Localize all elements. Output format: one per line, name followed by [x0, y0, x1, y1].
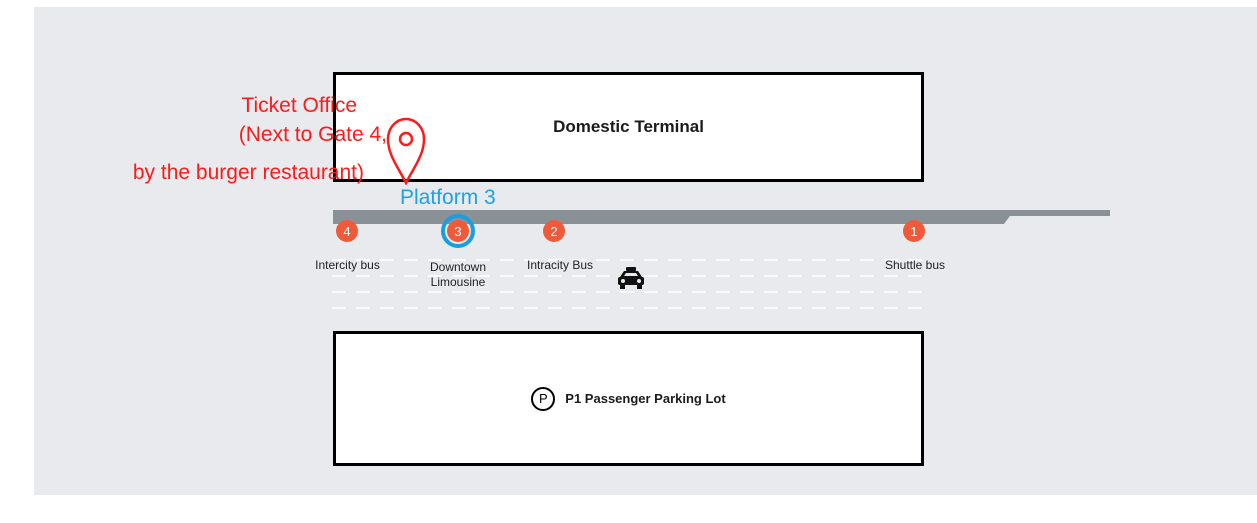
stop-3-number: 3 [454, 223, 462, 239]
stop-2-label: Intracity Bus [526, 258, 594, 272]
ticket-office-title: Ticket Office [241, 94, 357, 117]
parking-badge-letter: P [538, 391, 548, 406]
stop-4-number: 4 [343, 223, 351, 239]
stop-1-label: Shuttle bus [884, 258, 946, 272]
ticket-office-location-line1: (Next to Gate 4, [238, 123, 387, 146]
parking-label: P1 Passenger Parking Lot [565, 391, 726, 406]
taxi-icon [618, 267, 644, 289]
stop-1-number: 1 [910, 223, 918, 239]
stop-4-label: Intercity bus [315, 258, 380, 272]
stop-3-badge[interactable]: 3 [447, 220, 469, 242]
location-pin-icon[interactable] [386, 117, 426, 185]
stop-1-badge[interactable]: 1 [903, 220, 925, 242]
platform-3-label: Platform 3 [400, 186, 496, 209]
stop-4-badge[interactable]: 4 [336, 220, 358, 242]
stop-3-selected-ring[interactable]: 3 [441, 214, 475, 248]
stop-2-badge[interactable]: 2 [543, 220, 565, 242]
parking-lot-p1[interactable]: P P1 Passenger Parking Lot [333, 331, 924, 466]
parking-icon: P [531, 386, 556, 411]
stop-3-label: Downtown Limousine [429, 260, 487, 289]
stop-2-number: 2 [550, 223, 558, 239]
ticket-office-location-line2: by the burger restaurant) [132, 161, 364, 184]
terminal-label: Domestic Terminal [553, 117, 704, 136]
